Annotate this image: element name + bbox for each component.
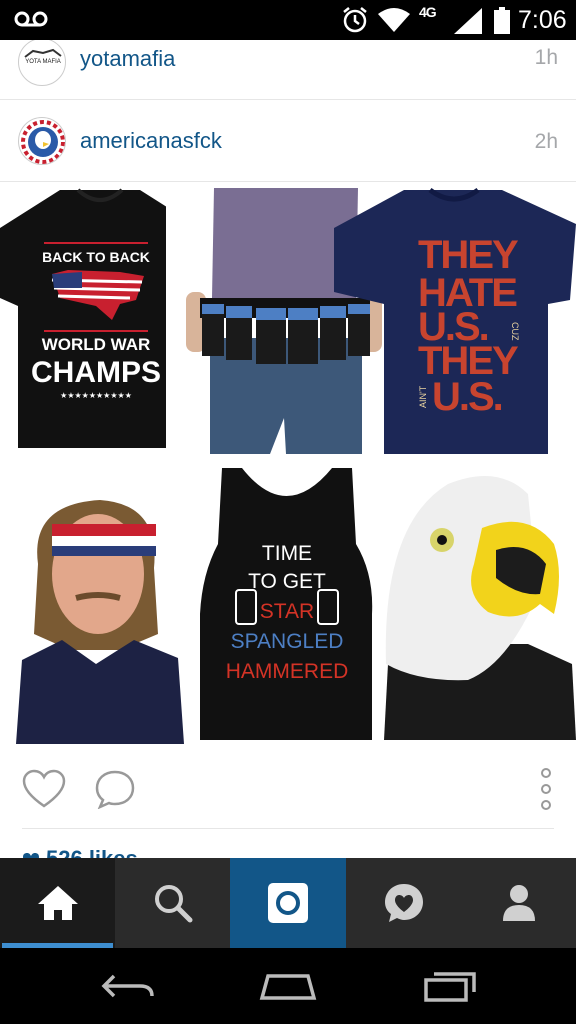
battery-icon bbox=[494, 7, 510, 34]
svg-text:SPANGLED: SPANGLED bbox=[231, 630, 344, 653]
svg-text:YOTA MAFIA: YOTA MAFIA bbox=[25, 59, 61, 65]
hate-us-shirt-image: THEY HATE U.S. THEY U.S. CUZ AIN'T bbox=[334, 188, 576, 454]
voicemail-icon bbox=[14, 11, 48, 27]
post-time: 2h bbox=[534, 130, 558, 153]
like-heart-icon[interactable] bbox=[22, 769, 66, 809]
svg-text:WORLD WAR: WORLD WAR bbox=[42, 335, 151, 354]
post-time: 1h bbox=[534, 46, 558, 69]
divider bbox=[22, 828, 554, 829]
feed[interactable]: YOTA MAFIA yotamafia 1h americanasfck 2h bbox=[0, 40, 576, 858]
svg-text:TIME: TIME bbox=[262, 542, 312, 565]
back-icon[interactable] bbox=[100, 970, 156, 1002]
tab-activity[interactable] bbox=[346, 858, 461, 948]
profile-icon bbox=[502, 885, 535, 921]
svg-text:STAR: STAR bbox=[260, 600, 314, 623]
avatar[interactable]: YOTA MAFIA bbox=[18, 40, 66, 86]
svg-text:AIN'T: AIN'T bbox=[418, 385, 428, 408]
status-clock: 7:06 bbox=[518, 6, 567, 34]
post-header: americanasfck 2h bbox=[0, 100, 576, 182]
status-bar: 4G 7:06 bbox=[0, 0, 576, 40]
hammered-tank-image: TIME TO GET STAR SPANGLED HAMMERED bbox=[196, 464, 378, 744]
camera-icon bbox=[268, 883, 308, 923]
comment-bubble-icon[interactable] bbox=[94, 769, 136, 809]
eagle-mask-image bbox=[378, 464, 576, 744]
tab-search[interactable] bbox=[115, 858, 230, 948]
mullet-man-image bbox=[0, 464, 196, 744]
tab-profile[interactable] bbox=[461, 858, 576, 948]
post-actions bbox=[0, 765, 576, 827]
home-icon bbox=[37, 886, 78, 920]
username-link[interactable]: americanasfck bbox=[80, 128, 222, 154]
system-nav-bar bbox=[0, 948, 576, 1024]
bottom-tab-bar bbox=[0, 858, 576, 948]
svg-text:BACK TO BACK: BACK TO BACK bbox=[42, 249, 150, 265]
svg-text:U.S.: U.S. bbox=[432, 375, 502, 419]
signal-icon bbox=[454, 8, 482, 34]
home-nav-icon[interactable] bbox=[258, 970, 318, 1002]
more-options-icon[interactable] bbox=[536, 767, 556, 811]
tab-home[interactable] bbox=[0, 858, 115, 948]
search-icon bbox=[154, 885, 192, 923]
recents-icon[interactable] bbox=[422, 970, 478, 1002]
avatar[interactable] bbox=[18, 117, 66, 165]
post-image[interactable]: BACK TO BACK WORLD WAR CHAMPS ★★★★★★★★★★ bbox=[0, 188, 576, 744]
svg-text:CHAMPS: CHAMPS bbox=[31, 356, 161, 389]
tab-camera[interactable] bbox=[230, 858, 346, 948]
wifi-icon bbox=[378, 8, 410, 32]
svg-text:CUZ: CUZ bbox=[510, 322, 520, 341]
likes-count[interactable]: 526 likes bbox=[22, 846, 138, 858]
post-header: YOTA MAFIA yotamafia 1h bbox=[0, 40, 576, 100]
likes-label: 526 likes bbox=[46, 846, 138, 858]
username-link[interactable]: yotamafia bbox=[80, 46, 175, 72]
svg-text:★★★★★★★★★★: ★★★★★★★★★★ bbox=[60, 391, 132, 400]
svg-text:HAMMERED: HAMMERED bbox=[226, 660, 349, 683]
activity-heart-icon bbox=[384, 884, 423, 922]
svg-text:TO GET: TO GET bbox=[248, 570, 326, 593]
alarm-icon bbox=[343, 7, 367, 33]
network-type-label: 4G bbox=[419, 4, 437, 20]
